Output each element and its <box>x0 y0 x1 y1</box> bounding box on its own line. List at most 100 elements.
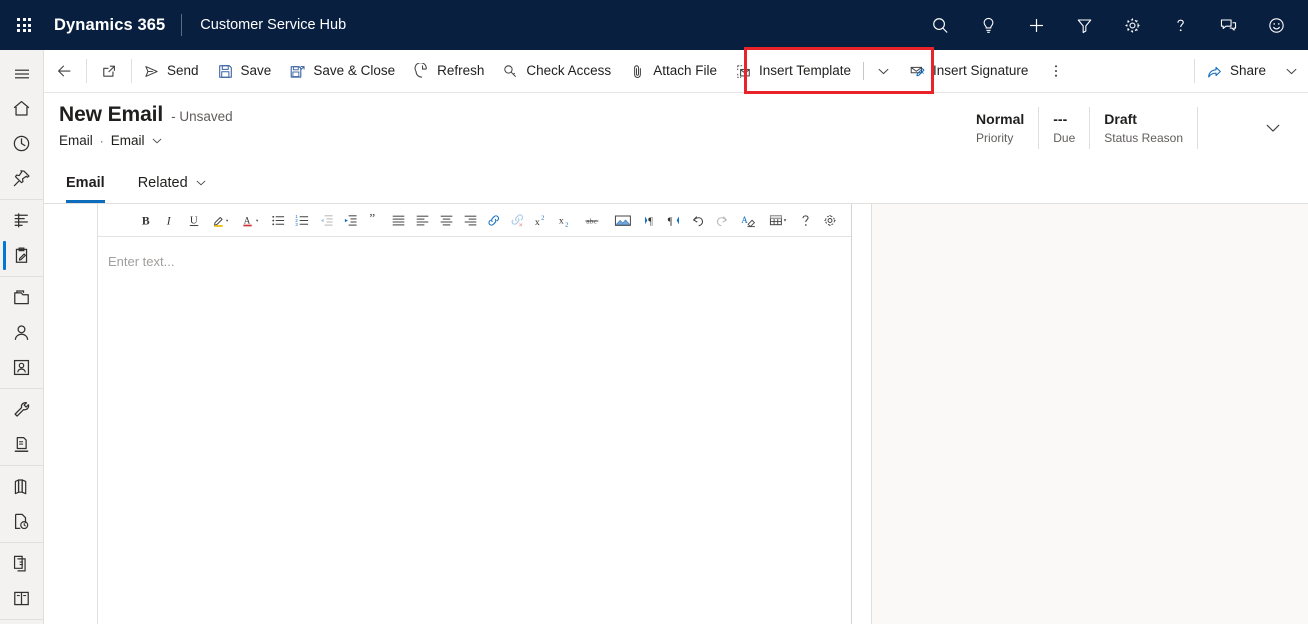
superscript-icon[interactable]: x2 <box>530 207 554 233</box>
insert-template-chevron-down-icon[interactable] <box>867 50 900 93</box>
email-body-editor[interactable]: Enter text... <box>98 237 851 623</box>
dashboard-icon[interactable] <box>0 203 43 238</box>
insert-template-button[interactable]: Insert Template <box>726 50 860 93</box>
brand-title[interactable]: Dynamics 365 <box>48 16 181 35</box>
svg-text:3: 3 <box>295 221 298 226</box>
clear-format-icon[interactable]: A <box>734 207 764 233</box>
subscript-icon[interactable]: x2 <box>554 207 578 233</box>
header-field-due[interactable]: --- Due <box>1039 104 1089 152</box>
align-center-icon[interactable] <box>434 207 458 233</box>
outdent-icon <box>314 207 338 233</box>
contact-icon[interactable] <box>0 315 43 350</box>
home-icon[interactable] <box>0 91 43 126</box>
share-button[interactable]: Share <box>1197 50 1275 93</box>
svg-text:I: I <box>165 214 171 227</box>
link-icon[interactable] <box>482 207 506 233</box>
gear-icon[interactable] <box>1108 0 1156 50</box>
refresh-button[interactable]: Refresh <box>404 50 493 93</box>
cases-icon[interactable] <box>0 280 43 315</box>
check-access-button[interactable]: Check Access <box>493 50 620 93</box>
svg-text:x: x <box>559 215 564 226</box>
form-selector-chevron-down-icon[interactable] <box>151 135 163 147</box>
strikethrough-icon[interactable]: abc <box>578 207 608 233</box>
filter-icon[interactable] <box>1060 0 1108 50</box>
lightbulb-icon[interactable] <box>964 0 1012 50</box>
question-icon[interactable] <box>1156 0 1204 50</box>
insert-signature-icon <box>909 63 926 80</box>
rail-divider <box>0 465 43 466</box>
header-expand-chevron-down-icon[interactable] <box>1250 104 1296 152</box>
undo-icon[interactable] <box>686 207 710 233</box>
search-icon[interactable] <box>916 0 964 50</box>
bold-icon[interactable]: B <box>134 207 158 233</box>
plus-icon[interactable] <box>1012 0 1060 50</box>
form-name[interactable]: Email <box>111 133 145 148</box>
header-field-priority[interactable]: Normal Priority <box>962 104 1038 152</box>
help-icon[interactable] <box>794 207 818 233</box>
recent-clock-icon[interactable] <box>0 126 43 161</box>
documents-icon[interactable] <box>0 546 43 581</box>
queue-icon[interactable] <box>0 427 43 462</box>
bullet-list-icon[interactable] <box>266 207 290 233</box>
unsaved-indicator: - Unsaved <box>171 109 233 124</box>
page-title: New Email <box>59 103 164 126</box>
tab-email-label: Email <box>66 175 105 191</box>
save-label: Save <box>240 63 272 79</box>
blockquote-icon[interactable]: ” <box>362 207 386 233</box>
unlink-icon <box>506 207 530 233</box>
book-icon[interactable] <box>0 581 43 616</box>
back-button[interactable] <box>44 50 84 93</box>
hamburger-icon[interactable] <box>0 56 43 91</box>
tab-email[interactable]: Email <box>55 163 116 203</box>
books-icon[interactable] <box>0 469 43 504</box>
account-icon[interactable] <box>0 350 43 385</box>
numbered-list-icon[interactable]: 123 <box>290 207 314 233</box>
align-left-icon[interactable] <box>410 207 434 233</box>
app-name-label[interactable]: Customer Service Hub <box>182 17 346 33</box>
subtitle-separator: · <box>99 133 104 148</box>
underline-icon[interactable]: U <box>182 207 206 233</box>
ltr-icon[interactable]: ¶ <box>638 207 662 233</box>
tab-related[interactable]: Related <box>127 163 218 203</box>
paperclip-icon <box>629 63 646 80</box>
svg-text:2: 2 <box>541 214 544 221</box>
rail-divider <box>0 276 43 277</box>
settings-gear-icon[interactable] <box>818 207 842 233</box>
status-reason-label: Status Reason <box>1104 130 1183 145</box>
sidebar-item-activities[interactable] <box>0 238 43 273</box>
indent-icon[interactable] <box>338 207 362 233</box>
app-launcher-icon[interactable] <box>0 0 48 50</box>
popout-button[interactable] <box>89 50 129 93</box>
pin-icon[interactable] <box>0 161 43 196</box>
insert-signature-button[interactable]: Insert Signature <box>900 50 1037 93</box>
save-and-close-button[interactable]: Save & Close <box>280 50 404 93</box>
attach-file-button[interactable]: Attach File <box>620 50 726 93</box>
header-field-status-reason[interactable]: Draft Status Reason <box>1090 104 1197 152</box>
rtl-icon[interactable]: ¶ <box>662 207 686 233</box>
due-label: Due <box>1053 130 1076 145</box>
send-label: Send <box>167 63 199 79</box>
save-button[interactable]: Save <box>208 50 281 93</box>
tab-related-chevron-down-icon[interactable] <box>195 177 207 189</box>
image-icon[interactable] <box>608 207 638 233</box>
due-value: --- <box>1053 110 1068 127</box>
more-commands-button[interactable] <box>1037 50 1075 93</box>
align-right-icon[interactable] <box>458 207 482 233</box>
font-color-icon[interactable]: A <box>236 207 266 233</box>
record-header-left: New Email - Unsaved Email · Email <box>59 103 233 148</box>
italic-icon[interactable]: I <box>158 207 182 233</box>
send-button[interactable]: Send <box>134 50 208 93</box>
app-header-bar: Dynamics 365 Customer Service Hub <box>0 0 1308 50</box>
highlight-icon[interactable] <box>206 207 236 233</box>
chat-icon[interactable] <box>1204 0 1252 50</box>
send-icon <box>143 63 160 80</box>
align-justify-icon[interactable] <box>386 207 410 233</box>
report-icon[interactable] <box>0 504 43 539</box>
smiley-icon[interactable] <box>1252 0 1300 50</box>
share-chevron-down-icon[interactable] <box>1275 50 1308 93</box>
save-icon <box>217 63 234 80</box>
wrench-icon[interactable] <box>0 392 43 427</box>
table-icon[interactable] <box>764 207 794 233</box>
insert-template-group: Insert Template <box>726 50 900 93</box>
command-divider <box>131 59 132 83</box>
